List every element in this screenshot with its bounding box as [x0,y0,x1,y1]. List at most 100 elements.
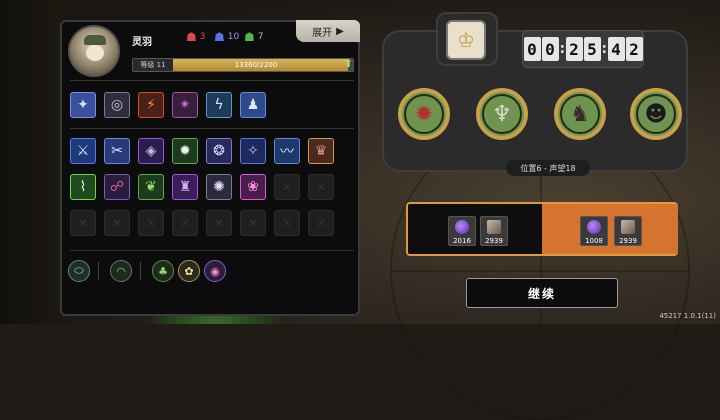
reward-item[interactable]: 2016 [448,216,476,246]
background-map-line [390,270,690,272]
leaf-icon: ❦ [145,179,157,195]
mantis-enemy-icon: ♞ [570,101,590,127]
separator [98,262,99,280]
skill-slot[interactable]: ✴ [172,92,198,118]
reward-item[interactable]: 2939 [614,216,642,246]
level-label: 等级 11 [133,59,173,71]
enemy-portrait[interactable]: ☻ [630,88,682,140]
skill-slot[interactable]: ⚔ [70,138,96,164]
divider [70,128,354,129]
position-label: 位置6 - 声望18 [506,160,590,176]
swirl-item-icon[interactable]: ◉ [204,260,226,282]
timer-colon: : [559,41,566,57]
skill-slot[interactable]: ❦ [138,174,164,200]
fire-slash-icon: ⚡ [146,97,156,113]
reward-value: 1008 [585,237,603,245]
empty-skill-slot[interactable]: ✕ [274,174,300,200]
capsule-item-icon[interactable]: ⬭ [68,260,90,282]
timer-digit: 2 [625,37,643,61]
shield-icon: ◈ [145,143,157,159]
avatar-hat [84,35,106,45]
cursed-blade-icon: ☍ [109,179,125,195]
enemy-portrait[interactable]: ♞ [554,88,606,140]
skill-slot[interactable]: ♜ [172,174,198,200]
player-name: 灵羽 [132,37,152,48]
skill-slot[interactable]: ✂ [104,138,130,164]
selected-reward[interactable] [542,204,678,254]
empty-skill-slot[interactable]: ✕ [104,210,130,236]
enemy-portrait[interactable]: ✹ [398,88,450,140]
fan-item-icon[interactable]: ◠ [110,260,132,282]
play-arrow-icon: ▶ [336,25,344,37]
resource-blue: ☗ 10 [214,30,239,44]
reward-value: 2939 [619,237,637,245]
level-up-arrow-icon[interactable]: ⬆ [344,57,353,70]
empty-skill-slot[interactable]: ✕ [70,210,96,236]
beast-mask-icon: ♛ [314,143,328,159]
resource-blue-value: 10 [227,32,240,42]
empty-skill-slot[interactable]: ✕ [172,210,198,236]
flame-tower-icon: ♜ [178,179,192,195]
skill-slot[interactable]: ☍ [104,174,130,200]
avatar-face [86,45,104,61]
ghost-figure-icon: ♟ [246,97,260,113]
skill-slot[interactable]: ✺ [206,174,232,200]
empty-skill-slot[interactable]: ✕ [240,210,266,236]
skill-slot[interactable]: ϟ [206,92,232,118]
spike-icon: ⌇ [79,179,87,195]
skill-slot[interactable]: ❀ [240,174,266,200]
timer-colon: : [601,41,608,57]
reward-item[interactable]: 1008 [580,216,608,246]
skill-slot[interactable]: ♛ [308,138,334,164]
reward-item[interactable]: 2939 [480,216,508,246]
resource-green: ☗ 7 [244,30,264,44]
crown-icon[interactable]: ♔ [446,20,486,60]
exp-text: 13360/2200 [234,61,278,69]
skill-slot[interactable]: ◈ [138,138,164,164]
lightning-icon: ϟ [214,97,224,113]
dark-web-icon: ✴ [179,97,191,113]
timer-digit: 0 [541,37,559,61]
divider [70,80,354,81]
version-label: 45217 1.0.1(11) [659,312,716,320]
empty-skill-slot[interactable]: ✕ [308,174,334,200]
skill-slot[interactable]: ⚡ [138,92,164,118]
whirl-icon: ✺ [213,179,225,195]
expand-button[interactable]: 展开 ▶ [296,20,360,42]
blue-mask-icon: ☗ [214,30,225,44]
empty-skill-slot[interactable]: ✕ [138,210,164,236]
star-icon: ✧ [247,143,259,159]
expand-label: 展开 [312,27,333,39]
blade-icon: ✂ [111,143,123,159]
skill-slot[interactable]: ✹ [172,138,198,164]
continue-button[interactable]: 继续 [466,278,618,308]
character-art [0,0,60,324]
level-bar: 等级 11 13360/2200 ⬆ [132,57,354,72]
green-mask-icon: ☗ [244,30,255,44]
sprout-item-icon[interactable]: ♣ [152,260,174,282]
skill-slot[interactable]: ⌇ [70,174,96,200]
timer-digit: 0 [523,37,541,61]
player-avatar[interactable] [68,25,120,77]
orb-icon: ❂ [213,143,225,159]
skill-slot[interactable]: 〰 [274,138,300,164]
bubble-item-icon[interactable]: ✿ [178,260,200,282]
reward-box[interactable]: 2016 2939 1008 2939 [406,202,678,256]
stone-block-icon [621,220,635,234]
skill-slot[interactable]: ❂ [206,138,232,164]
skill-slot[interactable]: ◎ [104,92,130,118]
timer-digit: 2 [565,37,583,61]
skill-slot[interactable]: ✦ [70,92,96,118]
skill-slot[interactable]: ♟ [240,92,266,118]
boy-enemy-icon: ☻ [644,101,668,127]
purple-orb-icon [455,220,469,234]
claw-icon: ⚔ [76,143,90,159]
empty-skill-slot[interactable]: ✕ [274,210,300,236]
empty-skill-slot[interactable]: ✕ [308,210,334,236]
player-panel: 灵羽 ☗ 3 ☗ 10 ☗ 7 展开 ▶ 等级 11 13360/2200 ⬆ … [60,20,360,316]
skill-slot[interactable]: ✧ [240,138,266,164]
divider [70,250,354,251]
enemy-portrait[interactable]: ♆ [476,88,528,140]
empty-skill-slot[interactable]: ✕ [206,210,232,236]
purple-orb-icon [587,220,601,234]
